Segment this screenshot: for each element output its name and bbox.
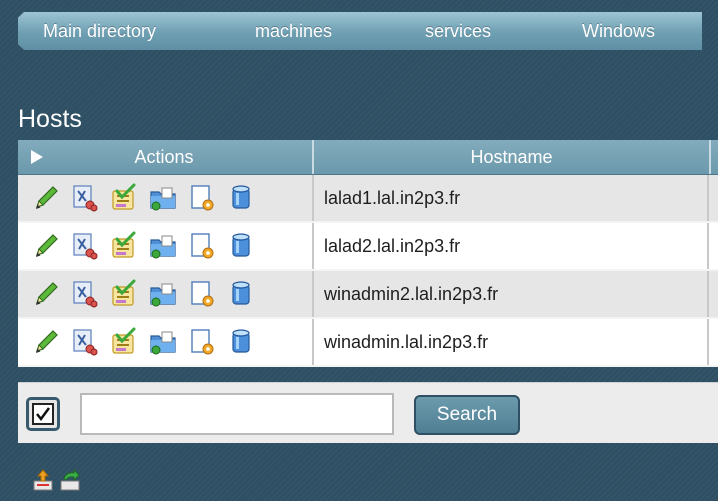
table-header: Actions Hostname	[18, 140, 718, 175]
checklist-button[interactable]	[106, 276, 142, 312]
checklist-button[interactable]	[106, 180, 142, 216]
breadcrumb-label: services	[425, 21, 492, 41]
breadcrumb-item-main-directory[interactable]: Main directory	[18, 12, 242, 50]
checklist-icon	[112, 279, 136, 306]
import-button[interactable]	[31, 468, 55, 492]
pencil-icon	[36, 186, 58, 209]
breadcrumb-label: Main directory	[43, 21, 157, 41]
row-actions	[18, 319, 314, 365]
table-row: winadmin2.lal.in2p3.fr	[18, 271, 718, 319]
column-header-actions: Actions	[56, 140, 314, 174]
import-icon	[33, 469, 53, 491]
edit-button[interactable]	[28, 324, 64, 360]
search-input[interactable]	[80, 393, 394, 435]
expand-toggle[interactable]	[18, 140, 56, 174]
table-row: lalad1.lal.in2p3.fr	[18, 175, 718, 223]
checklist-icon	[112, 231, 136, 258]
tools-icon	[73, 233, 98, 260]
hostname-cell[interactable]: winadmin.lal.in2p3.fr	[314, 319, 709, 365]
folder-icon	[150, 331, 176, 355]
table-body: lalad1.lal.in2p3.fr lalad2.lal.in2p3.fr …	[18, 175, 718, 367]
database-icon	[232, 185, 250, 209]
checklist-button[interactable]	[106, 228, 142, 264]
play-arrow-icon	[31, 150, 43, 164]
checklist-icon	[112, 327, 136, 354]
database-button[interactable]	[223, 324, 259, 360]
database-button[interactable]	[223, 228, 259, 264]
folder-button[interactable]	[145, 324, 181, 360]
tools-icon	[73, 329, 98, 356]
column-header-hostname[interactable]: Hostname	[314, 140, 711, 174]
folder-icon	[150, 187, 176, 211]
export-icon	[60, 468, 80, 491]
document-settings-button[interactable]	[184, 276, 220, 312]
row-actions	[18, 223, 314, 269]
pencil-icon	[36, 282, 58, 305]
breadcrumb-item-windows[interactable]: Windows	[548, 12, 702, 50]
folder-icon	[150, 283, 176, 307]
page-title: Hosts	[18, 105, 82, 133]
export-button[interactable]	[58, 468, 82, 492]
breadcrumb-label: machines	[255, 21, 333, 41]
document-settings-button[interactable]	[184, 324, 220, 360]
filter-bar: Search	[18, 382, 718, 443]
pencil-icon	[36, 330, 58, 353]
table-row: winadmin.lal.in2p3.fr	[18, 319, 718, 367]
folder-button[interactable]	[145, 180, 181, 216]
tools-button[interactable]	[67, 228, 103, 264]
document-gear-icon	[191, 281, 214, 307]
database-button[interactable]	[223, 180, 259, 216]
folder-button[interactable]	[145, 276, 181, 312]
checklist-button[interactable]	[106, 324, 142, 360]
folder-icon	[150, 235, 176, 259]
document-gear-icon	[191, 233, 214, 259]
tools-button[interactable]	[67, 180, 103, 216]
row-actions	[18, 271, 314, 317]
search-button[interactable]: Search	[414, 395, 520, 435]
breadcrumb-item-services[interactable]: services	[391, 12, 569, 50]
hostname-cell[interactable]: lalad2.lal.in2p3.fr	[314, 223, 709, 269]
edit-button[interactable]	[28, 276, 64, 312]
checkmark-icon	[36, 407, 51, 422]
breadcrumb-label: Windows	[582, 21, 656, 41]
folder-button[interactable]	[145, 228, 181, 264]
edit-button[interactable]	[28, 228, 64, 264]
database-icon	[232, 233, 250, 257]
tools-icon	[73, 185, 98, 212]
row-actions	[18, 175, 314, 221]
document-gear-icon	[191, 185, 214, 211]
document-settings-button[interactable]	[184, 228, 220, 264]
document-gear-icon	[191, 329, 214, 355]
hosts-table: Actions Hostname lalad1.lal.in2p3.fr lal…	[18, 140, 718, 367]
document-settings-button[interactable]	[184, 180, 220, 216]
tools-button[interactable]	[67, 324, 103, 360]
hostname-cell[interactable]: winadmin2.lal.in2p3.fr	[314, 271, 709, 317]
database-icon	[232, 329, 250, 353]
pencil-icon	[36, 234, 58, 257]
hostname-cell[interactable]: lalad1.lal.in2p3.fr	[314, 175, 709, 221]
table-row: lalad2.lal.in2p3.fr	[18, 223, 718, 271]
select-all-checkbox[interactable]	[26, 397, 60, 431]
breadcrumb: Main directory machines services Windows	[18, 12, 718, 50]
edit-button[interactable]	[28, 180, 64, 216]
tools-button[interactable]	[67, 276, 103, 312]
tools-icon	[73, 281, 98, 308]
breadcrumb-item-machines[interactable]: machines	[221, 12, 412, 50]
database-icon	[232, 281, 250, 305]
database-button[interactable]	[223, 276, 259, 312]
checkbox-box	[32, 403, 54, 425]
checklist-icon	[112, 183, 136, 210]
